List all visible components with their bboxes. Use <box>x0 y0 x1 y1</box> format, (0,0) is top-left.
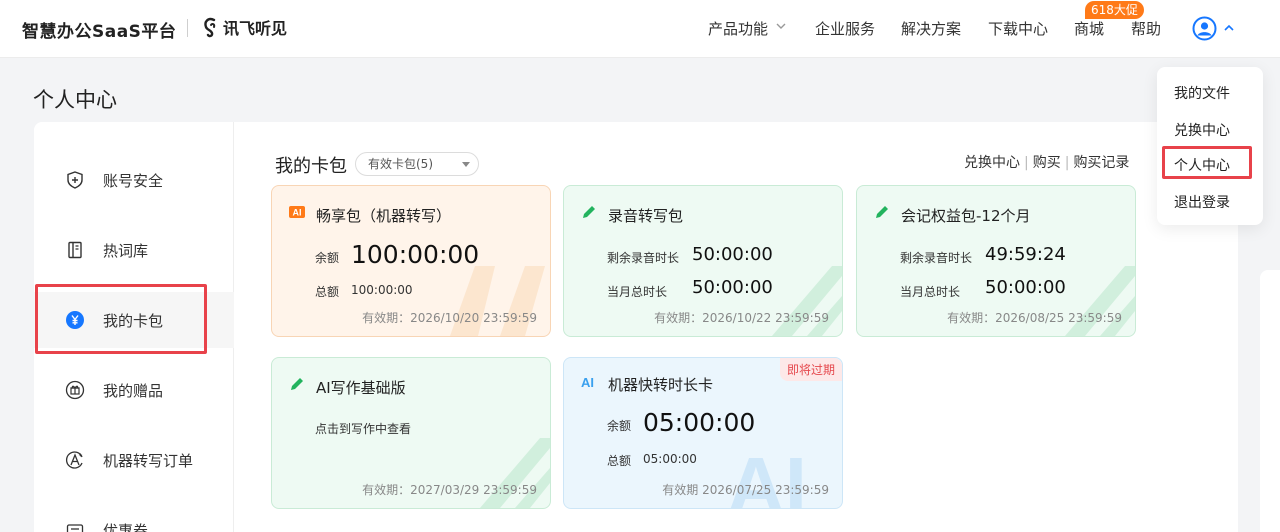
card-title: 会记权益包-12个月 <box>901 207 1031 225</box>
logo-text: 讯飞听见 <box>223 19 288 38</box>
sidebar-item-label: 我的赠品 <box>103 381 164 400</box>
logo-ear-icon <box>204 17 216 38</box>
card-description[interactable]: 点击到写作中查看 <box>315 420 411 437</box>
menu-item-logout[interactable]: 退出登录 <box>1174 192 1230 212</box>
ai-badge-icon: AI <box>289 206 305 218</box>
card-expiry: 有效期 2026/07/25 23:59:59 <box>662 483 829 497</box>
card-expiry: 有效期：2027/03/29 23:59:59 <box>362 483 537 497</box>
card-row-value: 100:00:00 <box>351 283 413 297</box>
nav-enterprise[interactable]: 企业服务 <box>815 18 875 39</box>
wallet-card[interactable]: AI 畅享包（机器转写） 余额 100:00:00 总额 100:00:00 有… <box>271 185 551 337</box>
card-row-label: 余额 <box>607 419 632 433</box>
sidebar-item-label: 热词库 <box>103 241 149 260</box>
sidebar-item-label: 账号安全 <box>103 171 164 190</box>
pen-icon <box>291 378 303 390</box>
pen-icon <box>583 206 595 218</box>
expiring-soon-tag: 即将过期 <box>779 358 842 381</box>
wallet-title: 我的卡包 <box>275 156 347 177</box>
card-title: 机器快转时长卡 <box>608 376 714 394</box>
sidebar-item-my-gifts[interactable]: 我的赠品 <box>34 362 234 418</box>
card-row-label: 总额 <box>607 454 632 468</box>
wallet-card[interactable]: AI 即将过期 AI 机器快转时长卡 余额 05:00:00 总额 05:00:… <box>563 357 843 509</box>
chevron-down-icon[interactable] <box>775 20 787 32</box>
page-title: 个人中心 <box>33 88 117 112</box>
side-panel-edge <box>1260 270 1280 532</box>
card-row-value: 50:00:00 <box>985 277 1066 298</box>
wallet-card[interactable]: 会记权益包-12个月 剩余录音时长 49:59:24 当月总时长 50:00:0… <box>856 185 1136 337</box>
wallet-card[interactable]: 录音转写包 剩余录音时长 50:00:00 当月总时长 50:00:00 有效期… <box>563 185 843 337</box>
shield-icon <box>67 171 83 189</box>
ai-letters-icon: AI <box>581 375 594 390</box>
user-avatar-icon[interactable] <box>1192 16 1217 41</box>
nav-solutions[interactable]: 解决方案 <box>901 18 961 39</box>
promo-badge: 618大促 <box>1085 1 1144 19</box>
card-row-label: 余额 <box>315 251 340 265</box>
svg-text:AI: AI <box>293 208 302 218</box>
card-title: 畅享包（机器转写） <box>316 207 452 225</box>
gift-icon <box>65 380 85 400</box>
sidebar-item-transcription-orders[interactable]: 机器转写订单 <box>34 432 234 488</box>
card-row-value: 50:00:00 <box>692 277 773 298</box>
card-title: AI写作基础版 <box>316 379 406 397</box>
highlight-box-wallet <box>35 284 207 354</box>
brand-divider <box>187 19 188 37</box>
card-row-value: 05:00:00 <box>643 408 756 437</box>
svg-text:AI: AI <box>581 375 594 390</box>
link-purchase[interactable]: 购买 <box>1033 155 1061 171</box>
card-expiry: 有效期：2026/08/25 23:59:59 <box>947 311 1122 325</box>
book-icon <box>68 241 82 259</box>
link-redeem-center[interactable]: 兑换中心 <box>964 155 1020 171</box>
card-row-label: 当月总时长 <box>900 285 961 299</box>
card-row-label: 剩余录音时长 <box>900 251 973 265</box>
nav-help[interactable]: 帮助 <box>1131 18 1161 39</box>
card-row-label: 总额 <box>315 285 340 299</box>
logo[interactable]: 讯飞听见 <box>203 15 287 39</box>
sidebar-item-account-security[interactable]: 账号安全 <box>34 152 234 208</box>
card-row-value: 05:00:00 <box>643 452 697 466</box>
nav-mall[interactable]: 商城 <box>1074 18 1104 39</box>
sidebar-item-hotwords[interactable]: 热词库 <box>34 222 234 278</box>
card-expiry: 有效期：2026/10/20 23:59:59 <box>362 311 537 325</box>
link-divider: | <box>1024 155 1029 171</box>
card-row-value: 100:00:00 <box>351 240 480 269</box>
ai-order-icon <box>66 451 83 469</box>
caret-down-icon <box>462 162 470 167</box>
card-title: 录音转写包 <box>608 207 684 225</box>
card-row-label: 当月总时长 <box>607 285 668 299</box>
link-purchase-history[interactable]: 购买记录 <box>1073 155 1129 171</box>
nav-product[interactable]: 产品功能 <box>708 18 768 39</box>
card-filter-value: 有效卡包(5) <box>368 157 433 171</box>
sidebar-item-label: 优惠券 <box>103 521 149 532</box>
card-row-value: 50:00:00 <box>692 244 773 265</box>
card-expiry: 有效期：2026/10/22 23:59:59 <box>654 311 829 325</box>
wallet-links: 兑换中心 | 购买 | 购买记录 <box>964 152 1129 172</box>
nav-download[interactable]: 下载中心 <box>988 18 1048 39</box>
brand-title[interactable]: 智慧办公SaaS平台 <box>22 17 176 42</box>
highlight-box-personal-center <box>1162 146 1252 179</box>
top-nav-bar: 智慧办公SaaS平台 讯飞听见 产品功能 企业服务 解决方案 下载中心 商城 6… <box>0 0 1280 58</box>
menu-item-redeem-center[interactable]: 兑换中心 <box>1174 120 1230 140</box>
sidebar-item-label: 机器转写订单 <box>103 451 194 470</box>
sidebar-item-coupons[interactable]: 优惠券 <box>34 502 234 532</box>
card-filter-select[interactable]: 有效卡包(5) <box>355 152 479 176</box>
card-row-label: 剩余录音时长 <box>607 251 680 265</box>
chevron-up-icon[interactable] <box>1223 22 1235 34</box>
pen-icon <box>876 206 888 218</box>
coupon-icon <box>66 524 84 532</box>
link-divider: | <box>1064 155 1070 171</box>
card-row-value: 49:59:24 <box>985 244 1066 265</box>
menu-item-my-files[interactable]: 我的文件 <box>1174 83 1230 103</box>
wallet-card[interactable]: AI写作基础版 点击到写作中查看 有效期：2027/03/29 23:59:59 <box>271 357 551 509</box>
